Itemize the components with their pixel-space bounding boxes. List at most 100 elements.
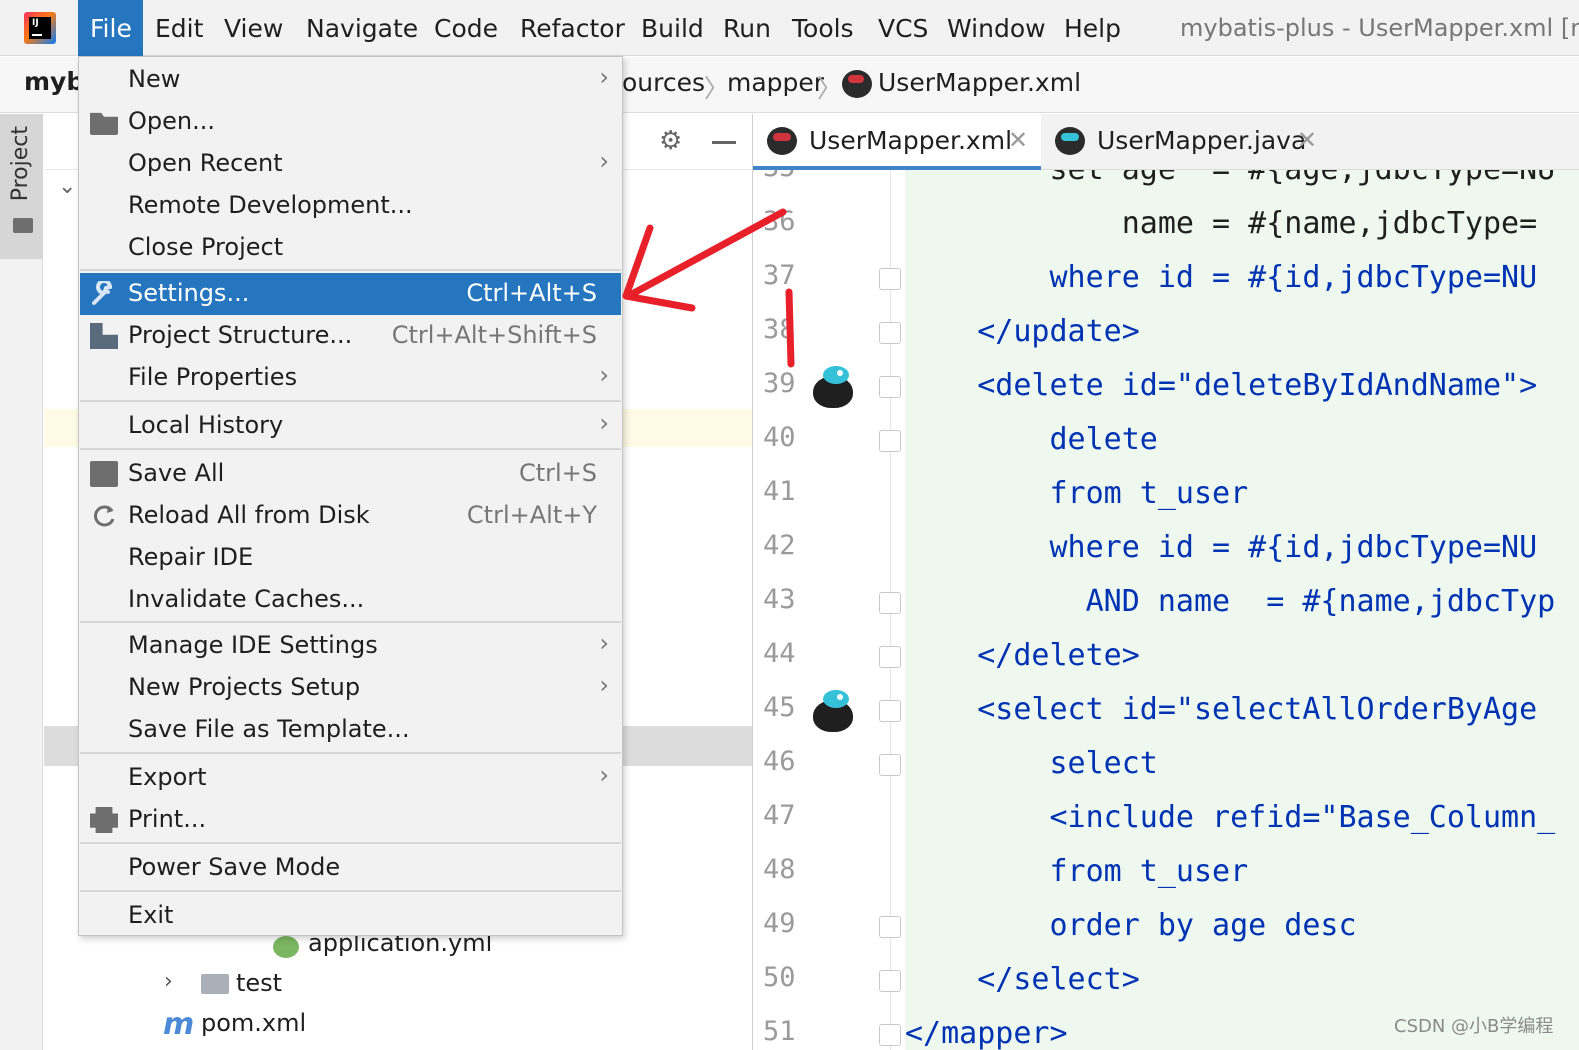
code-area[interactable]: 35 set age = #{age,jdbcType=NU 36 name =… <box>753 170 1579 1050</box>
menu-window[interactable]: Window <box>935 0 1058 56</box>
fold-marker-icon[interactable] <box>879 376 901 398</box>
code-text: name = #{name,jdbcType= <box>905 206 1537 241</box>
chevron-down-icon[interactable]: ⌄ <box>58 174 76 199</box>
menu-help[interactable]: Help <box>1052 0 1133 56</box>
menu-item-power-save-mode[interactable]: Power Save Mode <box>80 847 621 889</box>
breadcrumb-mapper[interactable]: mapper <box>727 68 824 97</box>
fold-marker-icon[interactable] <box>879 1024 901 1046</box>
fold-marker-icon[interactable] <box>879 592 901 614</box>
menu-refactor-label: Refactor <box>520 14 625 43</box>
code-text: </delete> <box>905 638 1140 673</box>
menu-item-label: Open Recent <box>128 149 283 177</box>
menu-vcs[interactable]: VCS <box>866 0 940 56</box>
menu-item-remote-development[interactable]: Remote Development... <box>80 185 621 227</box>
menu-code[interactable]: Code <box>422 0 510 56</box>
code-line-text: set age = #{age,jdbcType=NU <box>905 170 1555 187</box>
code-line-text: <select id="selectAllOrderByAge <box>905 692 1538 727</box>
maven-icon: m <box>163 1007 195 1042</box>
menu-file-label: File <box>90 14 132 43</box>
reload-icon <box>90 503 118 529</box>
line-number: 42 <box>763 530 796 561</box>
fold-marker-icon[interactable] <box>879 646 901 668</box>
menu-item-open[interactable]: Open... <box>80 101 621 143</box>
fold-marker-icon[interactable] <box>879 700 901 722</box>
menu-item-manage-ide-settings[interactable]: Manage IDE Settings › <box>80 625 621 667</box>
menu-item-open-recent[interactable]: Open Recent › <box>80 143 621 185</box>
code-line-text: delete <box>905 422 1158 457</box>
mybatis-navigation-icon[interactable] <box>811 690 855 734</box>
code-line-36: 36 name = #{name,jdbcType= <box>753 200 1579 254</box>
close-icon[interactable]: ✕ <box>1008 126 1028 154</box>
menu-item-new[interactable]: New › <box>80 59 621 101</box>
line-number: 40 <box>763 422 796 453</box>
menu-bar: IJ File Edit View Navigate Code Refactor… <box>0 0 1579 56</box>
minimize-icon[interactable] <box>712 141 736 144</box>
line-number: 44 <box>763 638 796 669</box>
code-line-43: 43 AND name = #{name,jdbcTyp <box>753 578 1579 632</box>
menu-view[interactable]: View <box>212 0 295 56</box>
yml-file-icon <box>273 936 299 958</box>
menu-item-reload-all[interactable]: Reload All from Disk Ctrl+Alt+Y <box>80 495 621 537</box>
chevron-right-icon[interactable]: › <box>164 969 173 994</box>
code-text: select <box>905 746 1157 781</box>
menu-item-label: Open... <box>128 107 215 135</box>
menu-tools[interactable]: Tools <box>780 0 866 56</box>
line-number: 49 <box>763 908 796 939</box>
menu-item-file-properties[interactable]: File Properties › <box>80 357 621 399</box>
menu-item-close-project[interactable]: Close Project <box>80 227 621 269</box>
menu-item-print[interactable]: Print... <box>80 799 621 841</box>
tab-usermapper-java[interactable]: UserMapper.java ✕ <box>1041 114 1341 170</box>
menu-item-settings[interactable]: Settings... Ctrl+Alt+S <box>80 273 621 315</box>
code-line-39: 39 <delete id="deleteByIdAndName"> <box>753 362 1579 416</box>
gear-icon[interactable]: ⚙ <box>659 126 682 156</box>
fold-marker-icon[interactable] <box>879 430 901 452</box>
tree-item-pom-xml[interactable]: pom.xml <box>201 1009 306 1037</box>
fold-marker-icon[interactable] <box>879 754 901 776</box>
menu-edit[interactable]: Edit <box>143 0 215 56</box>
folder-icon <box>13 218 33 233</box>
line-number: 36 <box>763 206 796 237</box>
breadcrumb-separator-icon: 〉 <box>817 74 843 103</box>
menu-item-repair-ide[interactable]: Repair IDE <box>80 537 621 579</box>
menu-item-exit[interactable]: Exit <box>80 895 621 937</box>
menu-file[interactable]: File <box>78 0 143 56</box>
code-line-text: order by age desc <box>905 908 1357 943</box>
code-line-text: where id = #{id,jdbcType=NU <box>905 260 1538 295</box>
menu-item-invalidate-caches[interactable]: Invalidate Caches... <box>80 579 621 621</box>
menu-item-export[interactable]: Export › <box>80 757 621 799</box>
mybatis-navigation-icon[interactable] <box>811 366 855 410</box>
close-icon[interactable]: ✕ <box>1297 126 1317 154</box>
menu-navigate[interactable]: Navigate <box>294 0 430 56</box>
code-line-text: </select> <box>905 962 1140 997</box>
code-text: order by age desc <box>905 908 1357 943</box>
tree-item-test[interactable]: test <box>236 969 282 997</box>
line-number: 45 <box>763 692 796 723</box>
menu-item-shortcut: Ctrl+Alt+Shift+S <box>391 321 597 349</box>
menu-run-label: Run <box>723 14 771 43</box>
menu-code-label: Code <box>434 14 499 43</box>
line-number: 39 <box>763 368 796 399</box>
menu-item-save-all[interactable]: Save All Ctrl+S <box>80 453 621 495</box>
menu-run[interactable]: Run <box>711 0 783 56</box>
menu-item-new-projects-setup[interactable]: New Projects Setup › <box>80 667 621 709</box>
code-text: <select id="selectAllOrderByAge <box>905 692 1537 727</box>
menu-item-label: Repair IDE <box>128 543 254 571</box>
breadcrumb-usermapper-xml[interactable]: UserMapper.xml <box>878 68 1081 97</box>
fold-marker-icon[interactable] <box>879 268 901 290</box>
left-tool-strip: Project <box>0 114 43 1050</box>
breadcrumb-resources[interactable]: ources <box>622 68 705 97</box>
fold-marker-icon[interactable] <box>879 970 901 992</box>
intellij-logo-icon: IJ <box>24 12 56 44</box>
tab-usermapper-xml[interactable]: UserMapper.xml ✕ <box>753 114 1041 170</box>
fold-marker-icon[interactable] <box>879 322 901 344</box>
menu-item-project-structure[interactable]: Project Structure... Ctrl+Alt+Shift+S <box>80 315 621 357</box>
code-line-text: <delete id="deleteByIdAndName"> <box>905 368 1538 403</box>
menu-build[interactable]: Build <box>629 0 716 56</box>
breadcrumb-project[interactable]: myb <box>24 67 84 96</box>
menu-vcs-label: VCS <box>878 14 929 43</box>
fold-marker-icon[interactable] <box>879 916 901 938</box>
menu-item-save-file-as-template[interactable]: Save File as Template... <box>80 709 621 751</box>
project-tool-window-tab[interactable]: Project <box>0 114 43 259</box>
menu-item-local-history[interactable]: Local History › <box>80 405 621 447</box>
menu-refactor[interactable]: Refactor <box>508 0 637 56</box>
